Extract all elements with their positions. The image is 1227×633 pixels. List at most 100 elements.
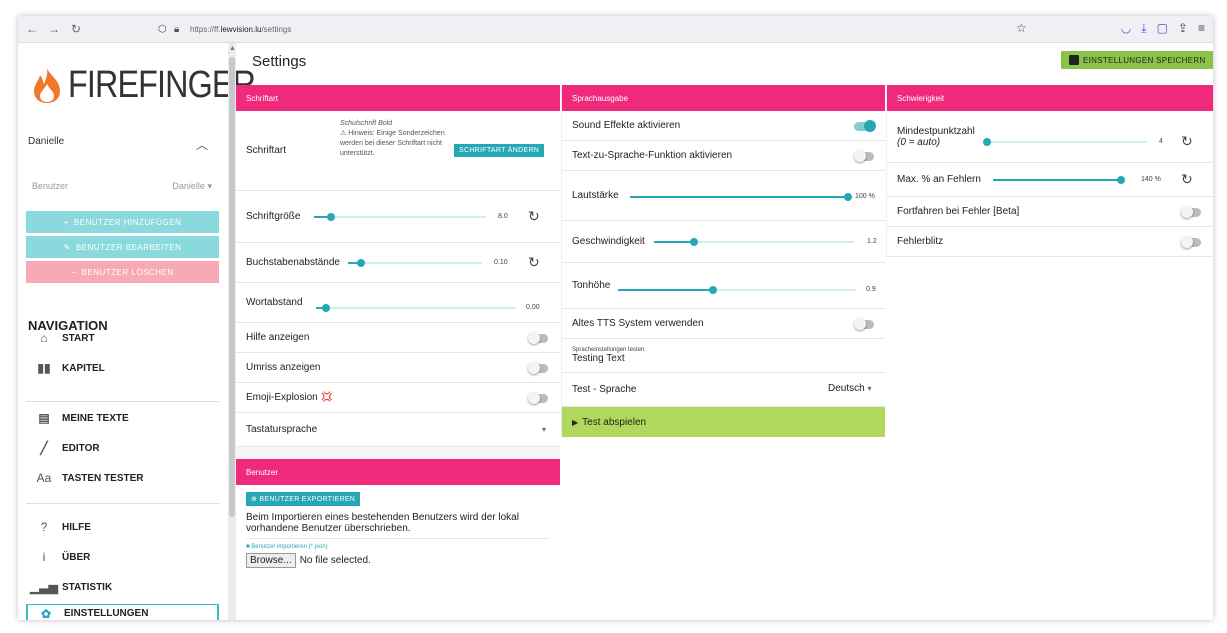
emoji-toggle[interactable] <box>528 392 548 404</box>
save-settings-button[interactable]: EINSTELLUNGEN SPEICHERN <box>1061 51 1213 69</box>
min-points-slider[interactable] <box>983 138 1147 146</box>
url-prefix: https://ff. <box>190 25 221 34</box>
play-test-label: Test abspielen <box>582 416 647 428</box>
letter-spacing-row: Buchstabenabstände 0.10 ↻ <box>236 243 560 283</box>
sidebar-item-ueber[interactable]: i ÜBER <box>26 543 219 571</box>
export-user-button[interactable]: ⊕ BENUTZER EXPORTIEREN <box>246 492 361 506</box>
max-errors-slider[interactable] <box>993 176 1125 184</box>
volume-value: 100 % <box>855 193 875 200</box>
reset-icon[interactable]: ↻ <box>1181 171 1193 188</box>
caret-down-icon: ▾ <box>867 384 872 393</box>
font-label: Schriftart <box>246 145 287 156</box>
back-icon[interactable]: ← <box>24 21 40 37</box>
reload-icon[interactable]: ↻ <box>68 21 84 37</box>
sidebar-item-statistik[interactable]: ▁▃▅ STATISTIK <box>26 573 219 601</box>
delete-user-button[interactable]: − BENUTZER LÖSCHEN <box>26 261 219 283</box>
reset-icon[interactable]: ↻ <box>528 208 540 225</box>
pocket-icon[interactable]: ◡ <box>1121 21 1131 36</box>
continue-on-error-toggle[interactable] <box>1181 206 1201 218</box>
sidebar-item-hilfe[interactable]: ? HILFE <box>26 513 219 541</box>
min-points-value: 4 <box>1159 138 1163 145</box>
continue-on-error-label: Fortfahren bei Fehler [Beta] <box>897 206 1020 217</box>
import-caption-label: Benutzer importieren (*.json) <box>251 544 328 550</box>
schwierigkeit-panel: Schwierigkeit Mindestpunktzahl (0 = auto… <box>886 85 1213 257</box>
sidebar-item-tasten-tester[interactable]: Aa TASTEN TESTER <box>26 464 219 492</box>
file-input[interactable]: Browse... No file selected. <box>246 553 550 568</box>
sprachausgabe-header: Sprachausgabe <box>562 85 885 111</box>
menu-icon[interactable]: ≡ <box>1198 21 1205 36</box>
tts-toggle[interactable] <box>854 150 874 162</box>
address-bar[interactable]: ⬡ 🔒︎ https://ff. lewvision.lu/settings <box>158 20 1028 39</box>
font-size-slider[interactable] <box>314 213 486 221</box>
max-errors-label: Max. % an Fehlern <box>897 174 981 185</box>
letter-spacing-slider[interactable] <box>348 259 482 267</box>
pitch-row: Tonhöhe 0.9 <box>562 263 885 309</box>
download-icon[interactable]: ⤓ <box>1141 21 1146 36</box>
nav-divider <box>26 401 219 402</box>
save-icon <box>1069 55 1079 65</box>
word-spacing-row: Wortabstand 0.00 <box>236 283 560 323</box>
test-language-value[interactable]: Deutsch ▾ <box>828 383 871 394</box>
sidebar-item-einstellungen[interactable]: ✿ EINSTELLUNGEN <box>26 604 219 620</box>
word-spacing-slider[interactable] <box>316 304 516 312</box>
play-test-button[interactable]: ▶ Test abspielen <box>562 407 885 437</box>
max-errors-row: Max. % an Fehlern 140 % ↻ <box>887 163 1213 197</box>
volume-row: Lautstärke 100 % <box>562 171 885 221</box>
caret-down-icon: ▾ <box>207 181 212 191</box>
sidebar-item-label: STATISTIK <box>62 581 113 593</box>
caret-down-icon[interactable]: ▾ <box>542 425 546 434</box>
forward-icon[interactable]: → <box>46 21 62 37</box>
help-row: Hilfe anzeigen <box>236 323 560 353</box>
help-toggle[interactable] <box>528 332 548 344</box>
min-points-labels: Mindestpunktzahl (0 = auto) <box>897 126 975 148</box>
error-flash-toggle[interactable] <box>1181 236 1201 248</box>
speed-value: 1.2 <box>867 238 877 245</box>
user-select[interactable]: Benutzer Danielle ▾ <box>32 181 212 192</box>
document-icon: ▤ <box>38 411 50 425</box>
sidebar-scrollbar[interactable]: ▲ <box>228 43 236 620</box>
keyboard-language-row[interactable]: Tastatursprache ▾ <box>236 413 560 447</box>
sidebar-item-label: EDITOR <box>62 442 100 454</box>
scroll-up-icon[interactable]: ▲ <box>229 45 236 52</box>
browse-button[interactable]: Browse... <box>246 553 296 568</box>
current-user-row[interactable]: Danielle ︿ <box>28 136 208 153</box>
test-language-row[interactable]: Test - Sprache Deutsch ▾ <box>562 373 885 407</box>
nav-divider <box>26 503 219 504</box>
sound-effects-toggle[interactable] <box>854 120 876 132</box>
extension-icon[interactable]: ▢ <box>1157 21 1168 36</box>
share-icon[interactable]: ⇪ <box>1178 21 1188 36</box>
pitch-slider[interactable] <box>618 286 856 294</box>
user-select-label: Benutzer <box>32 181 69 191</box>
home-icon: ⌂ <box>40 331 48 345</box>
sidebar-item-start[interactable]: ⌂ START <box>26 324 219 352</box>
sidebar-item-meine-texte[interactable]: ▤ MEINE TEXTE <box>26 404 219 432</box>
export-user-label: BENUTZER EXPORTIEREN <box>259 496 356 503</box>
test-language-label: Test - Sprache <box>572 384 637 395</box>
star-icon[interactable]: ☆ <box>1016 21 1027 35</box>
add-user-button[interactable]: + BENUTZER HINZUFÜGEN <box>26 211 219 233</box>
bar-chart-icon: ▁▃▅ <box>30 580 58 594</box>
sidebar-item-label: HILFE <box>62 521 91 533</box>
old-tts-toggle[interactable] <box>854 318 874 330</box>
font-hint: ⚠ Hinweis: Einige Sonderzeichen werden b… <box>340 130 445 157</box>
font-info: Schulschrift Bold ⚠ Hinweis: Einige Sond… <box>340 119 450 159</box>
word-spacing-value: 0.00 <box>526 304 540 311</box>
chevron-up-icon[interactable]: ︿ <box>196 136 208 153</box>
add-user-label: BENUTZER HINZUFÜGEN <box>73 217 182 227</box>
sidebar-item-editor[interactable]: ╱ EDITOR <box>26 434 219 462</box>
font-icon: Aa <box>36 471 52 485</box>
edit-user-button[interactable]: ✎ BENUTZER BEARBEITEN <box>26 236 219 258</box>
reset-icon[interactable]: ↻ <box>528 254 540 271</box>
scrollbar-thumb[interactable] <box>229 57 235 517</box>
font-size-row: Schriftgröße 8.0 ↻ <box>236 191 560 243</box>
test-text-field[interactable]: Spracheinstellungen testen Testing Text <box>562 339 885 373</box>
outline-toggle[interactable] <box>528 362 548 374</box>
speed-slider[interactable] <box>654 238 854 246</box>
gear-icon: ✿ <box>40 606 52 621</box>
url-domain: lewvision.lu <box>220 25 262 34</box>
reset-icon[interactable]: ↻ <box>1181 133 1193 150</box>
sound-effects-label: Sound Effekte aktivieren <box>572 120 681 131</box>
sidebar-item-kapitel[interactable]: ▮▮ KAPITEL <box>26 354 219 382</box>
volume-slider[interactable] <box>630 193 852 201</box>
change-font-button[interactable]: SCHRIFTART ÄNDERN <box>454 144 545 157</box>
